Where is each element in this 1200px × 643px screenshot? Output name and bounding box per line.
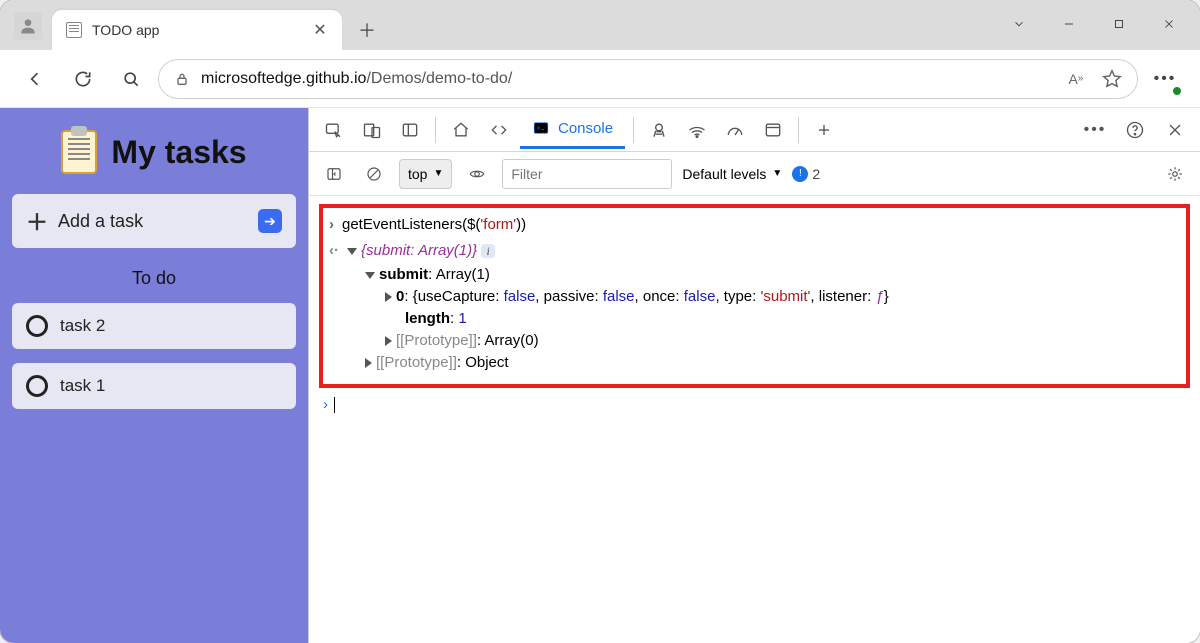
browser-menu-button[interactable]: •••	[1144, 58, 1186, 100]
console-tab[interactable]: Console	[520, 111, 625, 149]
more-tabs-icon[interactable]	[807, 113, 841, 147]
browser-toolbar: microsoftedge.github.io/Demos/demo-to-do…	[0, 50, 1200, 108]
favorite-icon[interactable]	[1101, 68, 1123, 90]
window-close-button[interactable]	[1144, 6, 1194, 42]
app-title: My tasks	[111, 134, 246, 171]
console-object-row[interactable]: [[Prototype]]: Array(0)	[329, 330, 1180, 352]
devtools-tabs: Console •••	[309, 108, 1200, 152]
console-settings-icon[interactable]	[1160, 159, 1190, 189]
new-tab-button[interactable]: ＋	[350, 13, 384, 47]
url-text: microsoftedge.github.io/Demos/demo-to-do…	[201, 70, 512, 88]
console-object-row[interactable]: length: 1	[329, 308, 1180, 330]
elements-tab-icon[interactable]	[482, 113, 516, 147]
browser-title-bar: TODO app ✕ ＋	[0, 0, 1200, 50]
performance-tab-icon[interactable]	[718, 113, 752, 147]
console-tab-label: Console	[558, 120, 613, 137]
dock-side-icon[interactable]	[393, 113, 427, 147]
notification-dot	[1173, 87, 1181, 95]
devtools-help-icon[interactable]	[1118, 113, 1152, 147]
tab-title: TODO app	[92, 22, 312, 38]
console-output-line[interactable]: ‹· {submit: Array(1)}i	[329, 238, 1180, 264]
refresh-button[interactable]	[62, 58, 104, 100]
devtools-close-icon[interactable]	[1158, 113, 1192, 147]
console-prompt[interactable]: ›	[319, 388, 1190, 422]
back-button[interactable]	[14, 58, 56, 100]
console-input-line: › getEventListeners($('form'))	[329, 212, 1180, 238]
window-maximize-button[interactable]	[1094, 6, 1144, 42]
todo-section-title: To do	[12, 268, 296, 289]
search-button[interactable]	[110, 58, 152, 100]
sources-tab-icon[interactable]	[642, 113, 676, 147]
tab-favicon	[66, 22, 82, 38]
window-minimize-button[interactable]	[1044, 6, 1094, 42]
add-task-button[interactable]: ＋ Add a task ➔	[12, 194, 296, 248]
task-label: task 2	[60, 316, 105, 336]
device-emulation-icon[interactable]	[355, 113, 389, 147]
inspect-element-icon[interactable]	[317, 113, 351, 147]
console-output[interactable]: › getEventListeners($('form')) ‹· {submi…	[309, 196, 1200, 643]
devtools-panel: Console ••• top	[308, 108, 1200, 643]
console-issues-badge[interactable]: ! 2	[792, 166, 820, 182]
highlighted-console-region: › getEventListeners($('form')) ‹· {submi…	[319, 204, 1190, 388]
add-task-label: Add a task	[58, 211, 248, 232]
task-checkbox[interactable]	[26, 375, 48, 397]
console-object-row[interactable]: submit: Array(1)	[329, 264, 1180, 286]
clipboard-icon	[61, 130, 97, 174]
live-expression-icon[interactable]	[462, 159, 492, 189]
task-item[interactable]: task 1	[12, 363, 296, 409]
console-levels-selector[interactable]: Default levels ▼	[682, 166, 782, 182]
issues-count-icon: !	[792, 166, 808, 182]
lock-icon	[173, 70, 191, 88]
profile-avatar[interactable]	[14, 12, 42, 40]
devtools-more-icon[interactable]: •••	[1078, 113, 1112, 147]
console-toolbar: top ▼ Default levels ▼ ! 2	[309, 152, 1200, 196]
console-context-selector[interactable]: top ▼	[399, 159, 452, 189]
welcome-tab-icon[interactable]	[444, 113, 478, 147]
plus-icon: ＋	[26, 205, 48, 237]
read-aloud-icon[interactable]: A»	[1065, 68, 1087, 90]
console-filter-input[interactable]	[502, 159, 672, 189]
browser-tab[interactable]: TODO app ✕	[52, 10, 342, 50]
console-sidebar-toggle[interactable]	[319, 159, 349, 189]
task-item[interactable]: task 2	[12, 303, 296, 349]
console-object-row[interactable]: [[Prototype]]: Object	[329, 352, 1180, 374]
task-checkbox[interactable]	[26, 315, 48, 337]
todo-app-panel: My tasks ＋ Add a task ➔ To do task 2 tas…	[0, 108, 308, 643]
window-controls	[994, 6, 1194, 42]
application-tab-icon[interactable]	[756, 113, 790, 147]
submit-arrow-icon[interactable]: ➔	[258, 209, 282, 233]
console-object-row[interactable]: 0: {useCapture: false, passive: false, o…	[329, 286, 1180, 308]
tab-close-icon[interactable]: ✕	[312, 22, 328, 38]
window-dropdown-icon[interactable]	[994, 6, 1044, 42]
address-bar[interactable]: microsoftedge.github.io/Demos/demo-to-do…	[158, 59, 1138, 99]
network-tab-icon[interactable]	[680, 113, 714, 147]
context-label: top	[408, 166, 427, 182]
console-clear-icon[interactable]	[359, 159, 389, 189]
task-label: task 1	[60, 376, 105, 396]
